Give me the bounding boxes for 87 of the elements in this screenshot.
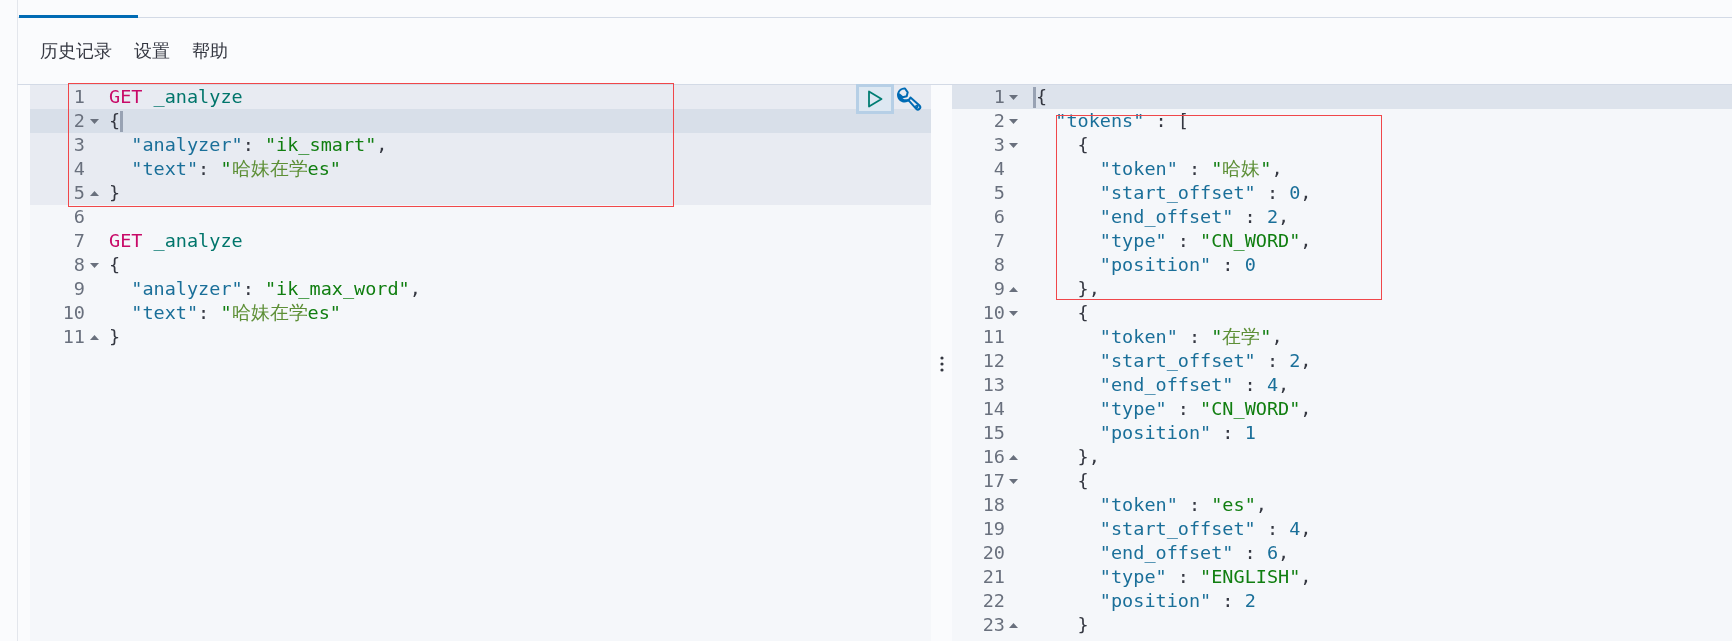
menu-item[interactable]: 帮助 <box>192 39 228 63</box>
code-line: }, <box>1076 445 1100 469</box>
code-line: "token" : "在学", <box>1098 325 1283 349</box>
run-button[interactable] <box>856 84 894 114</box>
line-number: 6 <box>992 205 1005 229</box>
line-number: 5 <box>992 181 1005 205</box>
line-number: 9 <box>72 277 85 301</box>
code-line: "text": "哈妹在学es" <box>130 157 341 181</box>
fold-arrow-icon[interactable] <box>90 334 99 340</box>
fold-arrow-icon[interactable] <box>90 190 99 196</box>
fold-arrow-icon[interactable] <box>1009 142 1018 148</box>
fold-arrow-icon[interactable] <box>1009 478 1018 484</box>
line-number: 3 <box>72 133 85 157</box>
code-line: { <box>1076 469 1089 493</box>
code-line: "start_offset" : 2, <box>1098 349 1312 373</box>
code-line: "analyzer": "ik_max_word", <box>130 277 421 301</box>
code-line: "type" : "CN_WORD", <box>1098 229 1312 253</box>
line-number: 11 <box>981 325 1005 349</box>
line-number: 11 <box>61 325 85 349</box>
line-number: 16 <box>981 445 1005 469</box>
code-line: "text": "哈妹在学es" <box>130 301 341 325</box>
line-number: 18 <box>981 493 1005 517</box>
line-number: 23 <box>981 613 1005 637</box>
line-number: 2 <box>72 109 85 133</box>
code-line: "analyzer": "ik_smart", <box>130 133 388 157</box>
code-line: "end_offset" : 6, <box>1098 541 1290 565</box>
line-number: 7 <box>992 229 1005 253</box>
code-line: "token" : "哈妹", <box>1098 157 1283 181</box>
code-line: } <box>109 181 121 205</box>
line-number: 1 <box>992 85 1005 109</box>
code-line: GET _analyze <box>109 85 243 109</box>
code-line: { <box>109 109 121 133</box>
line-number: 13 <box>981 373 1005 397</box>
code-line: "start_offset" : 0, <box>1098 181 1312 205</box>
line-number: 10 <box>61 301 85 325</box>
line-number: 12 <box>981 349 1005 373</box>
code-line: "position" : 1 <box>1098 421 1256 445</box>
code-line: } <box>1076 613 1089 637</box>
code-line: "token" : "es", <box>1098 493 1267 517</box>
code-line: "end_offset" : 2, <box>1098 205 1290 229</box>
line-number: 4 <box>72 157 85 181</box>
fold-arrow-icon[interactable] <box>90 262 99 268</box>
fold-arrow-icon[interactable] <box>1009 310 1018 316</box>
fold-arrow-icon[interactable] <box>1009 622 1018 628</box>
line-number: 1 <box>72 85 85 109</box>
line-number: 14 <box>981 397 1005 421</box>
code-line: } <box>109 325 121 349</box>
line-number: 8 <box>72 253 85 277</box>
line-number: 8 <box>992 253 1005 277</box>
line-number: 9 <box>992 277 1005 301</box>
fold-arrow-icon[interactable] <box>1009 286 1018 292</box>
line-number: 7 <box>72 229 85 253</box>
code-line: "position" : 2 <box>1098 589 1256 613</box>
fold-arrow-icon[interactable] <box>1009 94 1018 100</box>
line-number: 3 <box>992 133 1005 157</box>
play-icon <box>867 90 883 108</box>
line-number: 20 <box>981 541 1005 565</box>
line-number: 19 <box>981 517 1005 541</box>
code-line: { <box>1076 301 1089 325</box>
line-number: 5 <box>72 181 85 205</box>
code-line: { <box>1076 133 1089 157</box>
fold-arrow-icon[interactable] <box>1009 118 1018 124</box>
line-number: 17 <box>981 469 1005 493</box>
line-number: 2 <box>992 109 1005 133</box>
code-line: "end_offset" : 4, <box>1098 373 1290 397</box>
line-number: 4 <box>992 157 1005 181</box>
menu-item[interactable]: 历史记录 <box>40 39 112 63</box>
text-cursor <box>1033 86 1036 108</box>
menu-item[interactable]: 设置 <box>134 39 170 63</box>
code-line: GET _analyze <box>109 229 243 253</box>
fold-arrow-icon[interactable] <box>1009 454 1018 460</box>
resize-handle-icon[interactable] <box>939 356 944 372</box>
wrench-icon[interactable] <box>896 86 922 112</box>
line-number: 10 <box>981 301 1005 325</box>
code-line: "position" : 0 <box>1098 253 1256 277</box>
fold-arrow-icon[interactable] <box>90 118 99 124</box>
code-line: }, <box>1076 277 1100 301</box>
code-line: "type" : "CN_WORD", <box>1098 397 1312 421</box>
line-number: 15 <box>981 421 1005 445</box>
line-number: 21 <box>981 565 1005 589</box>
line-number: 22 <box>981 589 1005 613</box>
text-cursor <box>120 110 124 132</box>
code-line: "start_offset" : 4, <box>1098 517 1312 541</box>
code-line: "type" : "ENGLISH", <box>1098 565 1312 589</box>
code-line: { <box>1036 85 1048 109</box>
line-number: 6 <box>72 205 85 229</box>
code-line: { <box>109 253 121 277</box>
